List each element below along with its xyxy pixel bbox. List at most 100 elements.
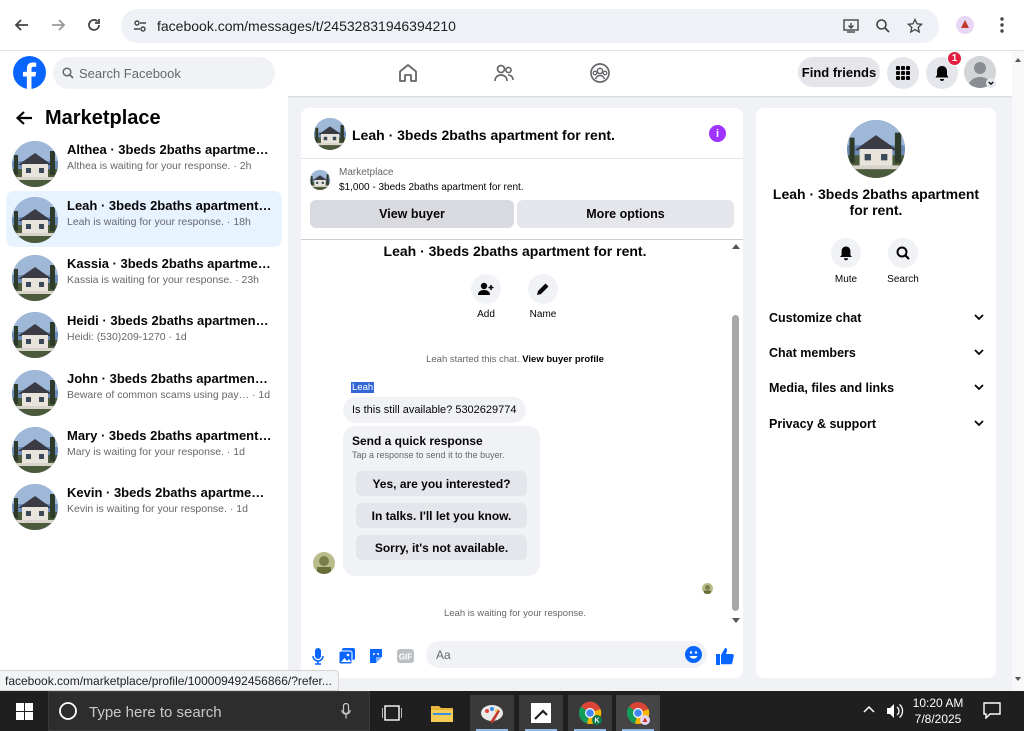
privacy-support-row[interactable]: Privacy & support (769, 417, 984, 437)
account-chevron-down-icon[interactable] (986, 78, 996, 88)
chat-title[interactable]: Leah · 3beds 2baths apartment for rent. (352, 127, 615, 143)
conversation-item[interactable]: Kassia · 3beds 2baths apartment for rent… (6, 249, 282, 305)
photo-icon[interactable] (337, 646, 357, 666)
find-friends-button[interactable]: Find friends (798, 57, 880, 87)
svg-text:GIF: GIF (398, 653, 411, 662)
thumbs-up-icon[interactable] (715, 646, 735, 666)
gif-icon[interactable]: GIF (395, 646, 415, 666)
view-buyer-profile-link[interactable]: View buyer profile (522, 354, 604, 365)
notification-center-icon[interactable] (983, 702, 1001, 719)
back-arrow-icon[interactable] (15, 110, 33, 126)
sidebar-title: Marketplace (45, 107, 161, 129)
conversation-title: Heidi · 3beds 2baths apartment for rent. (67, 313, 272, 328)
facebook-logo-icon[interactable] (13, 56, 46, 89)
task-view-icon[interactable] (370, 695, 414, 731)
chat-scrollbar[interactable] (731, 241, 741, 626)
chat-listing-thumbnail[interactable] (314, 118, 346, 150)
sender-avatar[interactable] (313, 552, 335, 574)
taskbar-search-input[interactable]: Type here to search (48, 691, 370, 731)
conversation-title: Leah · 3beds 2baths apartment for rent. (67, 198, 272, 213)
quick-response-button[interactable]: In talks. I'll let you know. (356, 503, 527, 528)
mute-action[interactable]: Mute (821, 238, 871, 285)
menu-grid-icon[interactable] (887, 57, 919, 89)
view-buyer-button[interactable]: View buyer (310, 200, 514, 228)
scroll-down-arrow-icon[interactable] (732, 618, 740, 624)
listing-photo[interactable] (847, 120, 905, 178)
listing-thumbnail (12, 255, 58, 301)
conversation-item[interactable]: Heidi · 3beds 2baths apartment for rent.… (6, 306, 282, 362)
conversation-item[interactable]: Althea · 3beds 2baths apartment for rent… (6, 135, 282, 191)
scroll-up-arrow-icon[interactable] (732, 243, 740, 249)
media-files-links-row[interactable]: Media, files and links (769, 381, 984, 401)
customize-chat-row[interactable]: Customize chat (769, 311, 984, 331)
sticker-icon[interactable] (366, 646, 386, 666)
scroll-thumb[interactable] (732, 315, 739, 611)
listing-thumbnail (12, 370, 58, 416)
conversation-item[interactable]: Kevin · 3beds 2baths apartment for rent.… (6, 478, 282, 534)
search-label: Search (887, 274, 919, 285)
chrome-profile-icon[interactable] (616, 695, 660, 731)
chat-members-row[interactable]: Chat members (769, 346, 984, 366)
extension-icon[interactable] (951, 11, 979, 39)
home-icon[interactable] (397, 62, 419, 84)
paint-app-icon[interactable] (470, 695, 514, 731)
notification-count-badge: 1 (947, 51, 962, 66)
conversation-subtitle: Beware of common scams using pay… · 1d (67, 389, 271, 401)
message-input[interactable]: Aa (426, 641, 707, 668)
add-label: Add (477, 309, 495, 320)
conversation-item[interactable]: John · 3beds 2baths apartment for rent. … (6, 364, 282, 420)
emoji-icon[interactable] (685, 646, 702, 663)
bell-icon[interactable] (831, 238, 861, 268)
friends-icon[interactable] (493, 62, 515, 84)
marketplace-label: Marketplace (339, 167, 394, 178)
address-bar[interactable]: facebook.com/messages/t/2453283194639421… (121, 9, 939, 43)
chevron-up-icon[interactable] (863, 705, 875, 713)
file-explorer-icon[interactable] (420, 695, 464, 731)
add-person-icon[interactable] (471, 274, 501, 304)
taskbar-clock[interactable]: 10:20 AM 7/8/2025 (905, 695, 971, 727)
conversation-subtitle: Mary is waiting for your response. · 1d (67, 446, 245, 458)
message-bubble[interactable]: Is this still available? 5302629774 (343, 397, 526, 423)
install-app-icon[interactable] (842, 17, 860, 35)
back-arrow-icon[interactable] (8, 11, 36, 39)
quick-response-button[interactable]: Yes, are you interested? (356, 471, 527, 496)
conversation-subtitle: Kassia is waiting for your response. · 2… (67, 274, 260, 286)
clock-date: 7/8/2025 (914, 712, 962, 726)
groups-icon[interactable] (589, 62, 611, 84)
conversation-item-active[interactable]: Leah · 3beds 2baths apartment for rent. … (6, 191, 282, 247)
facebook-search-input[interactable]: Search Facebook (53, 57, 275, 89)
windows-start-icon[interactable] (2, 691, 46, 731)
quick-response-card: Send a quick response Tap a response to … (343, 426, 540, 576)
chat-header: Leah · 3beds 2baths apartment for rent. … (301, 108, 743, 159)
site-settings-icon[interactable] (131, 17, 149, 35)
zoom-icon[interactable] (874, 17, 892, 35)
chevron-down-icon (974, 384, 984, 391)
marketplace-listing-card: Marketplace $1,000 - 3beds 2baths apartm… (301, 160, 743, 240)
chrome-profile-k-icon[interactable]: K (568, 695, 612, 731)
microphone-icon[interactable] (341, 703, 351, 720)
quick-response-subtitle: Tap a response to send it to the buyer. (352, 450, 505, 460)
sticky-notes-icon[interactable] (519, 695, 563, 731)
microphone-icon[interactable] (308, 646, 328, 666)
listing-thumbnail (12, 484, 58, 530)
volume-icon[interactable] (886, 703, 904, 719)
info-icon[interactable]: i (709, 125, 726, 142)
search-icon[interactable] (888, 238, 918, 268)
pencil-icon[interactable] (528, 274, 558, 304)
facebook-top-nav: Search Facebook Find friends 1 (0, 51, 1012, 96)
search-action[interactable]: Search (878, 238, 928, 285)
conversation-item[interactable]: Mary · 3beds 2baths apartment for rent. … (6, 421, 282, 477)
reload-icon[interactable] (80, 11, 108, 39)
browser-menu-icon[interactable] (988, 11, 1016, 39)
name-action[interactable]: Name (518, 274, 568, 320)
info-panel-title: Leah · 3beds 2baths apartment for rent. (772, 186, 980, 218)
row-label: Media, files and links (769, 381, 895, 395)
bookmark-star-icon[interactable] (906, 17, 924, 35)
conversation-subtitle: Leah is waiting for your response. · 18h (67, 216, 251, 228)
quick-response-button[interactable]: Sorry, it's not available. (356, 535, 527, 560)
page-scrollbar[interactable] (1012, 51, 1024, 691)
add-action[interactable]: Add (461, 274, 511, 320)
forward-arrow-icon[interactable] (44, 11, 72, 39)
svg-text:K: K (594, 718, 599, 725)
more-options-button[interactable]: More options (517, 200, 734, 228)
